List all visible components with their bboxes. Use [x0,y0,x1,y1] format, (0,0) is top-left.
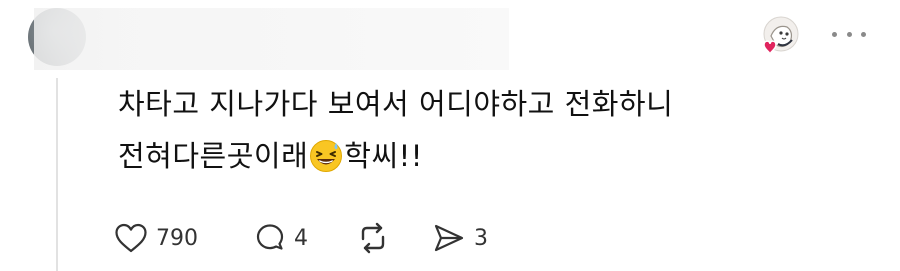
heart-outline-icon [115,223,147,253]
more-dot-icon [861,31,866,37]
share-button[interactable]: 3 [432,222,488,254]
reply-count: 4 [294,225,308,251]
share-count: 3 [474,225,488,251]
comment-line-1: 차타고 지나가다 보여서 어디야하고 전화하니 [118,87,674,121]
thread-line [56,78,58,271]
comment-line-2: 전혀다른곳이래 학씨!! [118,130,838,182]
thread-comment: 차타고 지나가다 보여서 어디야하고 전화하니 전혀다른곳이래 학씨!! 790… [0,0,900,271]
send-arrow-icon [434,224,464,252]
more-dot-icon [832,31,837,37]
reply-button[interactable]: 4 [254,222,308,254]
redacted-username-area [34,8,509,70]
comment-text-before-emoji: 전혀다른곳이래 [118,139,309,173]
more-options-button[interactable] [832,22,866,46]
comment-text-after-emoji: 학씨!! [344,139,423,173]
like-count: 790 [156,225,198,251]
laughing-with-sweat-emoji-icon [310,140,343,172]
liked-by-author-avatar[interactable] [754,14,800,60]
more-dot-icon [846,31,852,37]
action-bar: 790 4 3 [114,218,488,258]
repost-button[interactable] [356,222,390,254]
comment-body: 차타고 지나가다 보여서 어디야하고 전화하니 전혀다른곳이래 학씨!! [118,78,838,182]
like-button[interactable]: 790 [114,223,198,253]
speech-bubble-icon [256,224,284,250]
repost-arrows-icon [361,222,385,254]
heart-badge-icon [763,40,777,55]
